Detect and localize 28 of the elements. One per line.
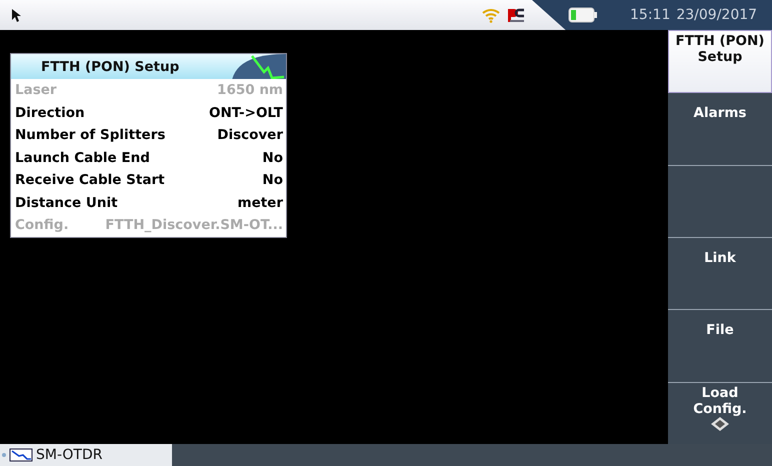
setting-value: No xyxy=(262,172,283,188)
setup-row[interactable]: Number of Splitters Discover xyxy=(11,124,286,146)
time-text: 15:11 xyxy=(630,7,670,23)
setting-label: Distance Unit xyxy=(15,194,118,211)
setting-label: Number of Splitters xyxy=(15,127,166,144)
setting-label: Direction xyxy=(15,104,85,121)
setting-label: Laser xyxy=(15,82,57,98)
setup-row[interactable]: Receive Cable Start No xyxy=(11,169,286,192)
setting-label: Config. xyxy=(15,217,69,234)
setup-row[interactable]: Direction ONT->OLT xyxy=(11,102,286,124)
otdr-trace-icon xyxy=(9,448,33,462)
setting-label: Launch Cable End xyxy=(15,150,150,166)
setting-value: meter xyxy=(238,194,283,211)
setting-value: FTTH_Discover.SM-OT... xyxy=(105,217,283,234)
date-text: 23/09/2017 xyxy=(676,7,758,23)
setup-row[interactable]: Distance Unit meter xyxy=(11,192,286,214)
setting-value: 1650 nm xyxy=(217,82,283,98)
setup-row[interactable]: Launch Cable End No xyxy=(11,146,286,169)
battery-icon xyxy=(568,7,598,23)
panel-title: FTTH (PON) Setup xyxy=(41,58,180,74)
setting-label: Receive Cable Start xyxy=(15,172,165,188)
app-tab[interactable]: SM-OTDR xyxy=(0,444,172,466)
setting-value: ONT->OLT xyxy=(209,104,283,121)
softkey-button[interactable]: FTTH (PON) Setup xyxy=(668,30,772,94)
setting-value: Discover xyxy=(217,127,283,144)
mouse-pointer-icon xyxy=(12,8,21,22)
setting-value: No xyxy=(262,150,283,166)
wifi-icon xyxy=(482,7,500,23)
